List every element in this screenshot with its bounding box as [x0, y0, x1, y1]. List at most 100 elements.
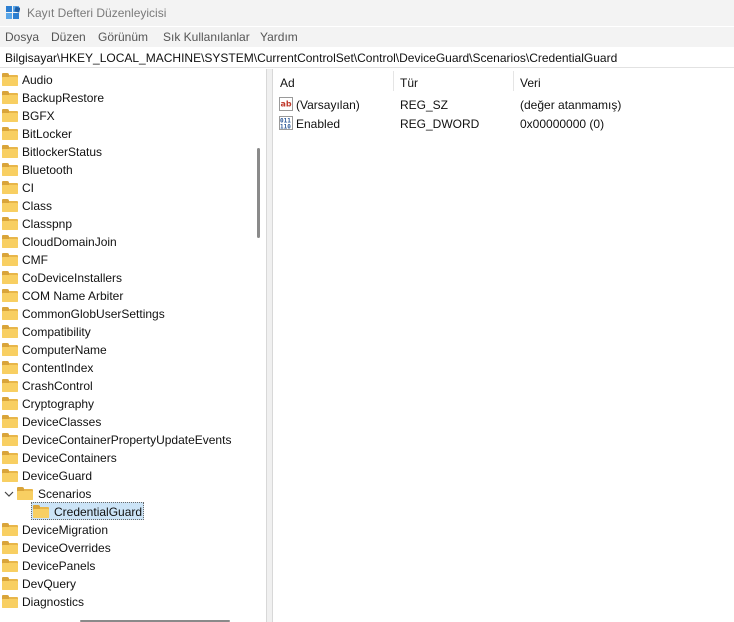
tree-item[interactable]: Cryptography	[0, 395, 250, 413]
tree-item-label: DevQuery	[22, 577, 77, 591]
folder-icon	[2, 343, 18, 356]
folder-icon	[2, 91, 18, 104]
value-name: Enabled	[296, 117, 341, 131]
folder-icon	[2, 217, 18, 230]
menu-file[interactable]: Dosya	[5, 30, 39, 44]
address-path[interactable]: Bilgisayar\HKEY_LOCAL_MACHINE\SYSTEM\Cur…	[5, 51, 617, 65]
folder-icon	[2, 379, 18, 392]
value-data: 0x00000000 (0)	[520, 117, 605, 131]
folder-icon	[2, 253, 18, 266]
folder-icon	[2, 307, 18, 320]
folder-icon	[2, 163, 18, 176]
menu-edit[interactable]: Düzen	[51, 30, 86, 44]
values-list: Ad Tür Veri ab (Varsayılan) REG_SZ (değe…	[273, 69, 734, 622]
tree-item-label: CoDeviceInstallers	[22, 271, 123, 285]
chevron-down-icon[interactable]	[4, 489, 14, 499]
folder-icon	[2, 73, 18, 86]
folder-icon	[2, 541, 18, 554]
tree-item[interactable]: BitLocker	[0, 125, 250, 143]
column-divider[interactable]	[513, 71, 514, 91]
folder-icon	[33, 505, 49, 518]
tree-item[interactable]: ComputerName	[0, 341, 250, 359]
tree-item[interactable]: CMF	[0, 251, 250, 269]
tree-item[interactable]: CloudDomainJoin	[0, 233, 250, 251]
tree-item-label: COM Name Arbiter	[22, 289, 124, 303]
value-type: REG_SZ	[400, 98, 449, 112]
tree-item-label: DeviceContainerPropertyUpdateEvents	[22, 433, 232, 447]
tree-item-label: DeviceGuard	[22, 469, 93, 483]
tree-item-label: ContentIndex	[22, 361, 94, 375]
menu-help[interactable]: Yardım	[260, 30, 298, 44]
column-header-type[interactable]: Tür	[400, 76, 418, 100]
folder-icon	[2, 577, 18, 590]
svg-text:ab: ab	[281, 100, 292, 109]
tree-item[interactable]: BackupRestore	[0, 89, 250, 107]
folder-icon	[2, 433, 18, 446]
tree-item[interactable]: DevicePanels	[0, 557, 250, 575]
window-title: Kayıt Defteri Düzenleyicisi	[27, 6, 167, 20]
tree-scrollbar-thumb[interactable]	[257, 148, 260, 238]
folder-icon	[2, 145, 18, 158]
tree-item[interactable]: BGFX	[0, 107, 250, 125]
folder-icon	[2, 109, 18, 122]
tree-item[interactable]: Diagnostics	[0, 593, 250, 611]
tree-item-label: DeviceContainers	[22, 451, 117, 465]
tree-item[interactable]: DeviceMigration	[0, 521, 250, 539]
folder-icon	[2, 325, 18, 338]
folder-icon	[2, 271, 18, 284]
tree-item-label: BitLocker	[22, 127, 73, 141]
tree-item[interactable]: Bluetooth	[0, 161, 250, 179]
tree-item[interactable]: DeviceContainers	[0, 449, 250, 467]
folder-icon	[2, 559, 18, 572]
tree-item[interactable]: COM Name Arbiter	[0, 287, 250, 305]
tree-item-label: DevicePanels	[22, 559, 96, 573]
tree-item-label: CMF	[22, 253, 48, 267]
address-bar[interactable]: Bilgisayar\HKEY_LOCAL_MACHINE\SYSTEM\Cur…	[0, 48, 734, 68]
tree-item[interactable]: DevQuery	[0, 575, 250, 593]
column-divider[interactable]	[393, 71, 394, 91]
tree-item-label: BackupRestore	[22, 91, 105, 105]
tree-item-label: BGFX	[22, 109, 55, 123]
folder-icon	[2, 415, 18, 428]
folder-icon	[2, 127, 18, 140]
tree-item-label: Classpnp	[22, 217, 73, 231]
tree-item[interactable]: Compatibility	[0, 323, 250, 341]
folder-icon	[2, 451, 18, 464]
tree-item[interactable]: CoDeviceInstallers	[0, 269, 250, 287]
title-bar: Kayıt Defteri Düzenleyicisi	[0, 0, 734, 26]
tree-item-label: ComputerName	[22, 343, 107, 357]
value-type: REG_DWORD	[400, 117, 480, 131]
svg-text:110: 110	[280, 124, 291, 131]
folder-icon	[2, 523, 18, 536]
tree-item[interactable]: DeviceOverrides	[0, 539, 250, 557]
menu-favorites[interactable]: Sık Kullanılanlar	[163, 30, 250, 44]
folder-icon	[2, 595, 18, 608]
tree-item[interactable]: BitlockerStatus	[0, 143, 250, 161]
menu-bar: Dosya Düzen Görünüm Sık Kullanılanlar Ya…	[0, 27, 734, 47]
tree-item[interactable]: Audio	[0, 71, 250, 89]
menu-view[interactable]: Görünüm	[98, 30, 148, 44]
tree-item[interactable]: CI	[0, 179, 250, 197]
tree-item[interactable]: CredentialGuard	[0, 503, 250, 521]
tree-item[interactable]: DeviceContainerPropertyUpdateEvents	[0, 431, 250, 449]
folder-icon	[2, 289, 18, 302]
pane-splitter[interactable]	[266, 69, 273, 622]
column-header-data[interactable]: Veri	[520, 76, 541, 100]
folder-icon	[2, 361, 18, 374]
value-data: (değer atanmamış)	[520, 98, 622, 112]
binary-value-icon: 011 110	[279, 116, 293, 130]
tree-item[interactable]: ContentIndex	[0, 359, 250, 377]
tree-item[interactable]: Class	[0, 197, 250, 215]
folder-icon	[2, 199, 18, 212]
tree-item[interactable]: Scenarios	[0, 485, 250, 503]
tree-item[interactable]: DeviceClasses	[0, 413, 250, 431]
tree-item[interactable]: DeviceGuard	[0, 467, 250, 485]
tree-item[interactable]: Classpnp	[0, 215, 250, 233]
tree-item-label: CommonGlobUserSettings	[22, 307, 165, 321]
tree-item-label: BitlockerStatus	[22, 145, 103, 159]
tree-item[interactable]: CommonGlobUserSettings	[0, 305, 250, 323]
folder-icon	[2, 181, 18, 194]
tree-item[interactable]: CrashControl	[0, 377, 250, 395]
value-name: (Varsayılan)	[296, 98, 360, 112]
registry-editor-icon	[6, 6, 20, 19]
